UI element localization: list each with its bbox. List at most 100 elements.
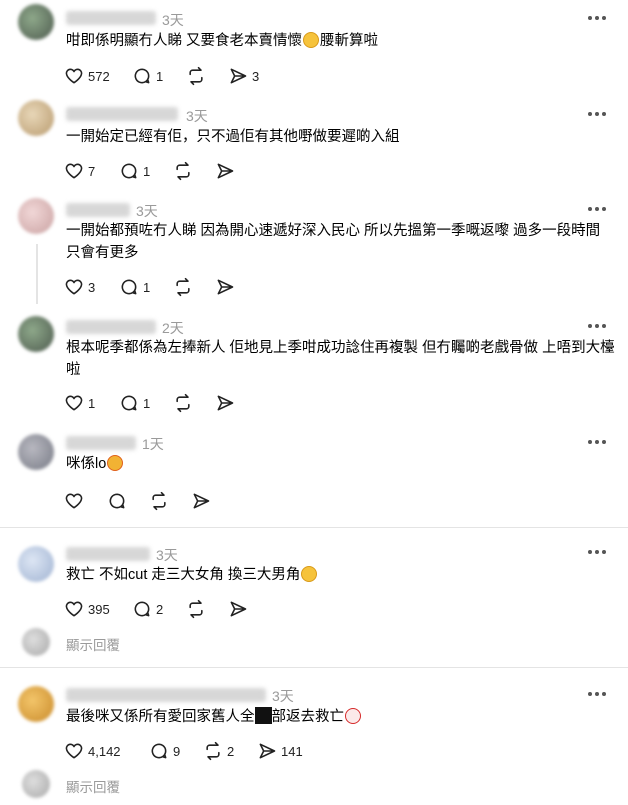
thread-line [36, 244, 38, 304]
more-options-icon[interactable] [588, 547, 608, 557]
action-bar: 572 1 3 [64, 65, 259, 87]
comment-text: 救亡 不如cut 走三大女角 換三大男角 [66, 564, 618, 586]
avatar[interactable] [18, 100, 54, 136]
share-button[interactable] [228, 598, 248, 620]
more-options-icon[interactable] [588, 109, 608, 119]
timestamp: 3天 [186, 108, 208, 124]
timestamp: 3天 [272, 688, 294, 704]
like-button[interactable]: 7 [64, 160, 119, 182]
like-button[interactable]: 395 [64, 598, 132, 620]
like-button[interactable]: 4,142 [64, 740, 149, 762]
repost-icon [189, 599, 203, 619]
reply-button[interactable]: 1 [119, 392, 173, 414]
timestamp: 3天 [162, 12, 184, 28]
avatar[interactable] [18, 434, 54, 470]
redaction-block [254, 707, 272, 724]
like-count: 572 [88, 68, 110, 84]
repost-button[interactable] [149, 490, 191, 512]
like-count: 3 [88, 279, 96, 295]
share-button[interactable] [215, 392, 235, 414]
more-options-icon[interactable] [588, 689, 608, 699]
repost-icon [176, 277, 190, 297]
repost-icon [176, 161, 190, 181]
comment-icon [121, 279, 137, 295]
repost-icon [189, 66, 203, 86]
timestamp: 2天 [162, 320, 184, 336]
username[interactable] [66, 547, 150, 561]
repost-button[interactable]: 2 [203, 740, 257, 762]
reply-button[interactable]: 2 [132, 598, 186, 620]
action-bar [64, 490, 211, 512]
comment-text-part: 腰斬算啦 [320, 33, 379, 49]
share-button[interactable]: 3 [228, 65, 259, 87]
reply-count: 2 [156, 601, 164, 617]
like-button[interactable]: 3 [64, 276, 119, 298]
avatar[interactable] [18, 316, 54, 352]
comment-text: 咪係lo [66, 453, 618, 475]
reply-count: 1 [143, 395, 151, 411]
repost-button[interactable] [173, 392, 215, 414]
more-options-icon[interactable] [588, 437, 608, 447]
share-count: 3 [252, 68, 260, 84]
repost-button[interactable] [173, 160, 215, 182]
repost-button[interactable] [186, 598, 228, 620]
like-button[interactable]: 1 [64, 392, 119, 414]
comment-text-part: 部返去救亡 [271, 709, 345, 725]
timestamp: 1天 [142, 436, 164, 452]
laughing-emoji [301, 566, 318, 582]
heart-icon [65, 395, 83, 411]
like-button[interactable]: 572 [64, 65, 132, 87]
reply-count: 1 [143, 163, 151, 179]
like-count: 1 [88, 395, 96, 411]
username[interactable] [66, 11, 156, 25]
show-replies-link[interactable]: 顯示回覆 [66, 776, 120, 796]
reply-button[interactable]: 1 [119, 160, 173, 182]
username[interactable] [66, 436, 136, 450]
avatar[interactable] [18, 4, 54, 40]
reply-button[interactable] [107, 490, 149, 512]
more-options-icon[interactable] [588, 13, 608, 23]
more-options-icon[interactable] [588, 204, 608, 214]
username[interactable] [66, 107, 178, 121]
comment-text: 根本呢季都係為左捧新人 佢地見上季咁成功諗住再複製 但冇矚啲老戲骨做 上唔到大檯… [66, 337, 618, 381]
reply-avatar [22, 628, 50, 656]
heart-icon [65, 493, 83, 509]
comment-text-part: 一開始定已經有佢，只不過佢有其他嘢做要遲啲入組 [66, 129, 400, 145]
repost-button[interactable] [173, 276, 215, 298]
comment-icon [121, 163, 137, 179]
timestamp: 3天 [156, 547, 178, 563]
avatar[interactable] [18, 198, 54, 234]
avatar[interactable] [18, 686, 54, 722]
comment-icon [134, 601, 150, 617]
heart-icon [65, 163, 83, 179]
reply-count: 9 [173, 743, 181, 759]
share-button[interactable] [215, 276, 235, 298]
more-options-icon[interactable] [588, 321, 608, 331]
comment-text-part: 咪係lo [66, 456, 107, 472]
like-button[interactable] [64, 490, 107, 512]
comment-icon [109, 493, 125, 509]
rofl-emoji [303, 32, 320, 48]
share-button[interactable] [215, 160, 235, 182]
repost-icon [206, 741, 220, 761]
username[interactable] [66, 320, 156, 334]
username[interactable] [66, 688, 266, 702]
comment-text-part: 救亡 不如cut 走三大女角 換三大男角 [66, 567, 301, 583]
username[interactable] [66, 203, 130, 217]
show-replies-link[interactable]: 顯示回覆 [66, 634, 120, 654]
comment-text: 最後咪又係所有愛回家舊人全 部返去救亡 [66, 706, 618, 728]
comment-icon [121, 395, 137, 411]
reply-button[interactable]: 1 [132, 65, 186, 87]
action-bar: 7 1 [64, 160, 235, 182]
reply-button[interactable]: 9 [149, 740, 203, 762]
repost-button[interactable] [186, 65, 228, 87]
share-button[interactable] [191, 490, 211, 512]
reply-avatar [22, 770, 50, 798]
comment-text: 一開始都預咗冇人睇 因為開心速遞好深入民心 所以先搵第一季嘅返嚟 過多一段時間 … [66, 220, 618, 264]
avatar[interactable] [18, 546, 54, 582]
reply-button[interactable]: 1 [119, 276, 173, 298]
like-count: 7 [88, 163, 96, 179]
share-button[interactable]: 141 [257, 740, 303, 762]
fire-emoji [107, 455, 124, 471]
repost-icon [152, 491, 166, 511]
